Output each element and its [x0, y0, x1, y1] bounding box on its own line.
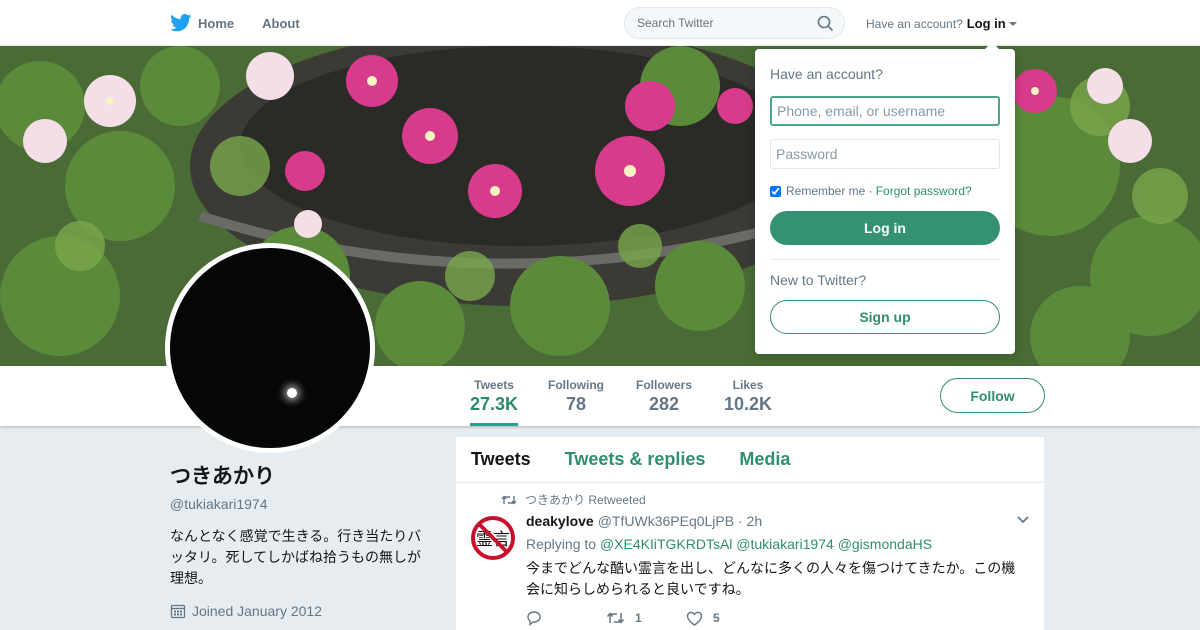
- retweet-icon: [606, 611, 625, 625]
- search-box[interactable]: [624, 7, 845, 39]
- remember-row: Remember me · Forgot password?: [770, 184, 1000, 198]
- like-button[interactable]: 5: [686, 611, 766, 626]
- forgot-password-link[interactable]: Forgot password?: [876, 184, 972, 198]
- stat-value: 78: [565, 394, 587, 414]
- dropdown-title: Have an account?: [770, 66, 883, 82]
- caret-down-icon: [1008, 22, 1017, 26]
- stat-label: Followers: [636, 378, 693, 392]
- stat-value: 10.2K: [724, 394, 773, 414]
- retweet-count: 1: [635, 611, 642, 625]
- calendar-icon: [170, 603, 186, 619]
- search-icon[interactable]: [817, 15, 834, 32]
- tweet-author-avatar[interactable]: 霊言: [470, 515, 516, 561]
- retweeted-label: Retweeted: [588, 492, 646, 507]
- stat-followers[interactable]: Followers 282: [636, 378, 692, 415]
- profile-bio: なんとなく感覚で生きる。行き当たりバッタリ。死してしかばね拾うもの無しが理想。: [170, 528, 422, 586]
- profile-name[interactable]: つきあかり: [170, 460, 430, 490]
- tweet-header: deakylove @TfUWk36PEq0LjPB · 2h: [526, 513, 1029, 529]
- replying-to-label: Replying to: [526, 536, 597, 552]
- retweet-context: つきあかり Retweeted: [501, 491, 1029, 508]
- stat-label: Following: [548, 378, 604, 392]
- login-button[interactable]: Log in: [770, 211, 1000, 245]
- retweet-button[interactable]: 1: [606, 611, 686, 625]
- profile-joined: Joined January 2012: [170, 603, 430, 619]
- login-dropdown-toggle[interactable]: Have an account? Log in: [866, 16, 1017, 31]
- tab-tweets-replies[interactable]: Tweets & replies: [565, 449, 706, 470]
- timeline: Tweets Tweets & replies Media つきあかり Retw…: [456, 437, 1044, 630]
- like-count: 5: [713, 611, 720, 625]
- reply-handle-link[interactable]: @tukiakari1974: [736, 536, 834, 552]
- new-to-twitter-label: New to Twitter?: [770, 272, 867, 288]
- password-field[interactable]: [770, 139, 1000, 169]
- login-dropdown: Have an account? Remember me · Forgot pa…: [755, 42, 1015, 354]
- stat-label: Tweets: [474, 378, 514, 392]
- about-link[interactable]: About: [262, 16, 300, 31]
- stat-value: 27.3K: [470, 394, 519, 414]
- tab-media[interactable]: Media: [739, 449, 790, 470]
- profile-avatar[interactable]: [165, 243, 375, 453]
- replying-to: Replying to @XE4KIiTGKRDTsAl @tukiakari1…: [526, 536, 1029, 552]
- chevron-down-icon[interactable]: [1016, 515, 1030, 525]
- timeline-tabs: Tweets Tweets & replies Media: [456, 437, 1044, 483]
- tweet-author-handle[interactable]: @TfUWk36PEq0LjPB: [598, 513, 734, 529]
- follow-button[interactable]: Follow: [940, 378, 1045, 413]
- top-nav: Home About Have an account? Log in: [0, 0, 1200, 46]
- stat-label: Likes: [732, 378, 764, 392]
- dropdown-arrow: [985, 42, 999, 49]
- about-label: About: [262, 15, 300, 31]
- stat-following[interactable]: Following 78: [548, 378, 604, 415]
- heart-icon: [686, 611, 703, 626]
- avatar-photo: [170, 248, 370, 448]
- signup-button[interactable]: Sign up: [770, 300, 1000, 334]
- twitter-bird-icon: [170, 14, 192, 32]
- profile-handle[interactable]: @tukiakari1974: [170, 496, 430, 512]
- reply-handle-link[interactable]: @XE4KIiTGKRDTsAl: [600, 536, 732, 552]
- home-link[interactable]: Home: [170, 14, 234, 32]
- remember-checkbox[interactable]: [770, 185, 781, 197]
- retweeter-name[interactable]: つきあかり: [525, 491, 585, 508]
- stat-value: 282: [648, 394, 680, 414]
- tweet-actions: 1 5: [526, 610, 1029, 626]
- search-input[interactable]: [637, 16, 807, 30]
- joined-text: Joined January 2012: [192, 603, 322, 619]
- dropdown-divider: [770, 259, 1000, 260]
- tweet-author-name[interactable]: deakylove: [526, 513, 594, 529]
- remember-label[interactable]: Remember me ·: [786, 184, 873, 198]
- tweet-time[interactable]: · 2h: [738, 513, 762, 529]
- home-label: Home: [198, 15, 235, 31]
- retweet-icon: [501, 494, 517, 506]
- profile-card: つきあかり @tukiakari1974 なんとなく感覚で生きる。行き当たりバッ…: [170, 460, 430, 619]
- tweet[interactable]: つきあかり Retweeted 霊言 deakylove @TfUWk36PEq…: [456, 483, 1044, 626]
- reply-button[interactable]: [526, 610, 606, 626]
- stat-likes[interactable]: Likes 10.2K: [724, 378, 772, 415]
- tab-tweets[interactable]: Tweets: [471, 449, 531, 470]
- account-prompt: Have an account?: [866, 16, 963, 31]
- login-link[interactable]: Log in: [967, 16, 1006, 31]
- username-field[interactable]: [770, 96, 1000, 126]
- stat-tweets[interactable]: Tweets 27.3K: [470, 378, 519, 426]
- reply-icon: [526, 610, 542, 626]
- tweet-text: 今までどんな酷い霊言を出し、どんなに多くの人々を傷つけてきたか。この機会に知らし…: [526, 560, 1016, 597]
- moon-shape: [287, 388, 297, 398]
- reply-handle-link[interactable]: @gismondaHS: [838, 536, 932, 552]
